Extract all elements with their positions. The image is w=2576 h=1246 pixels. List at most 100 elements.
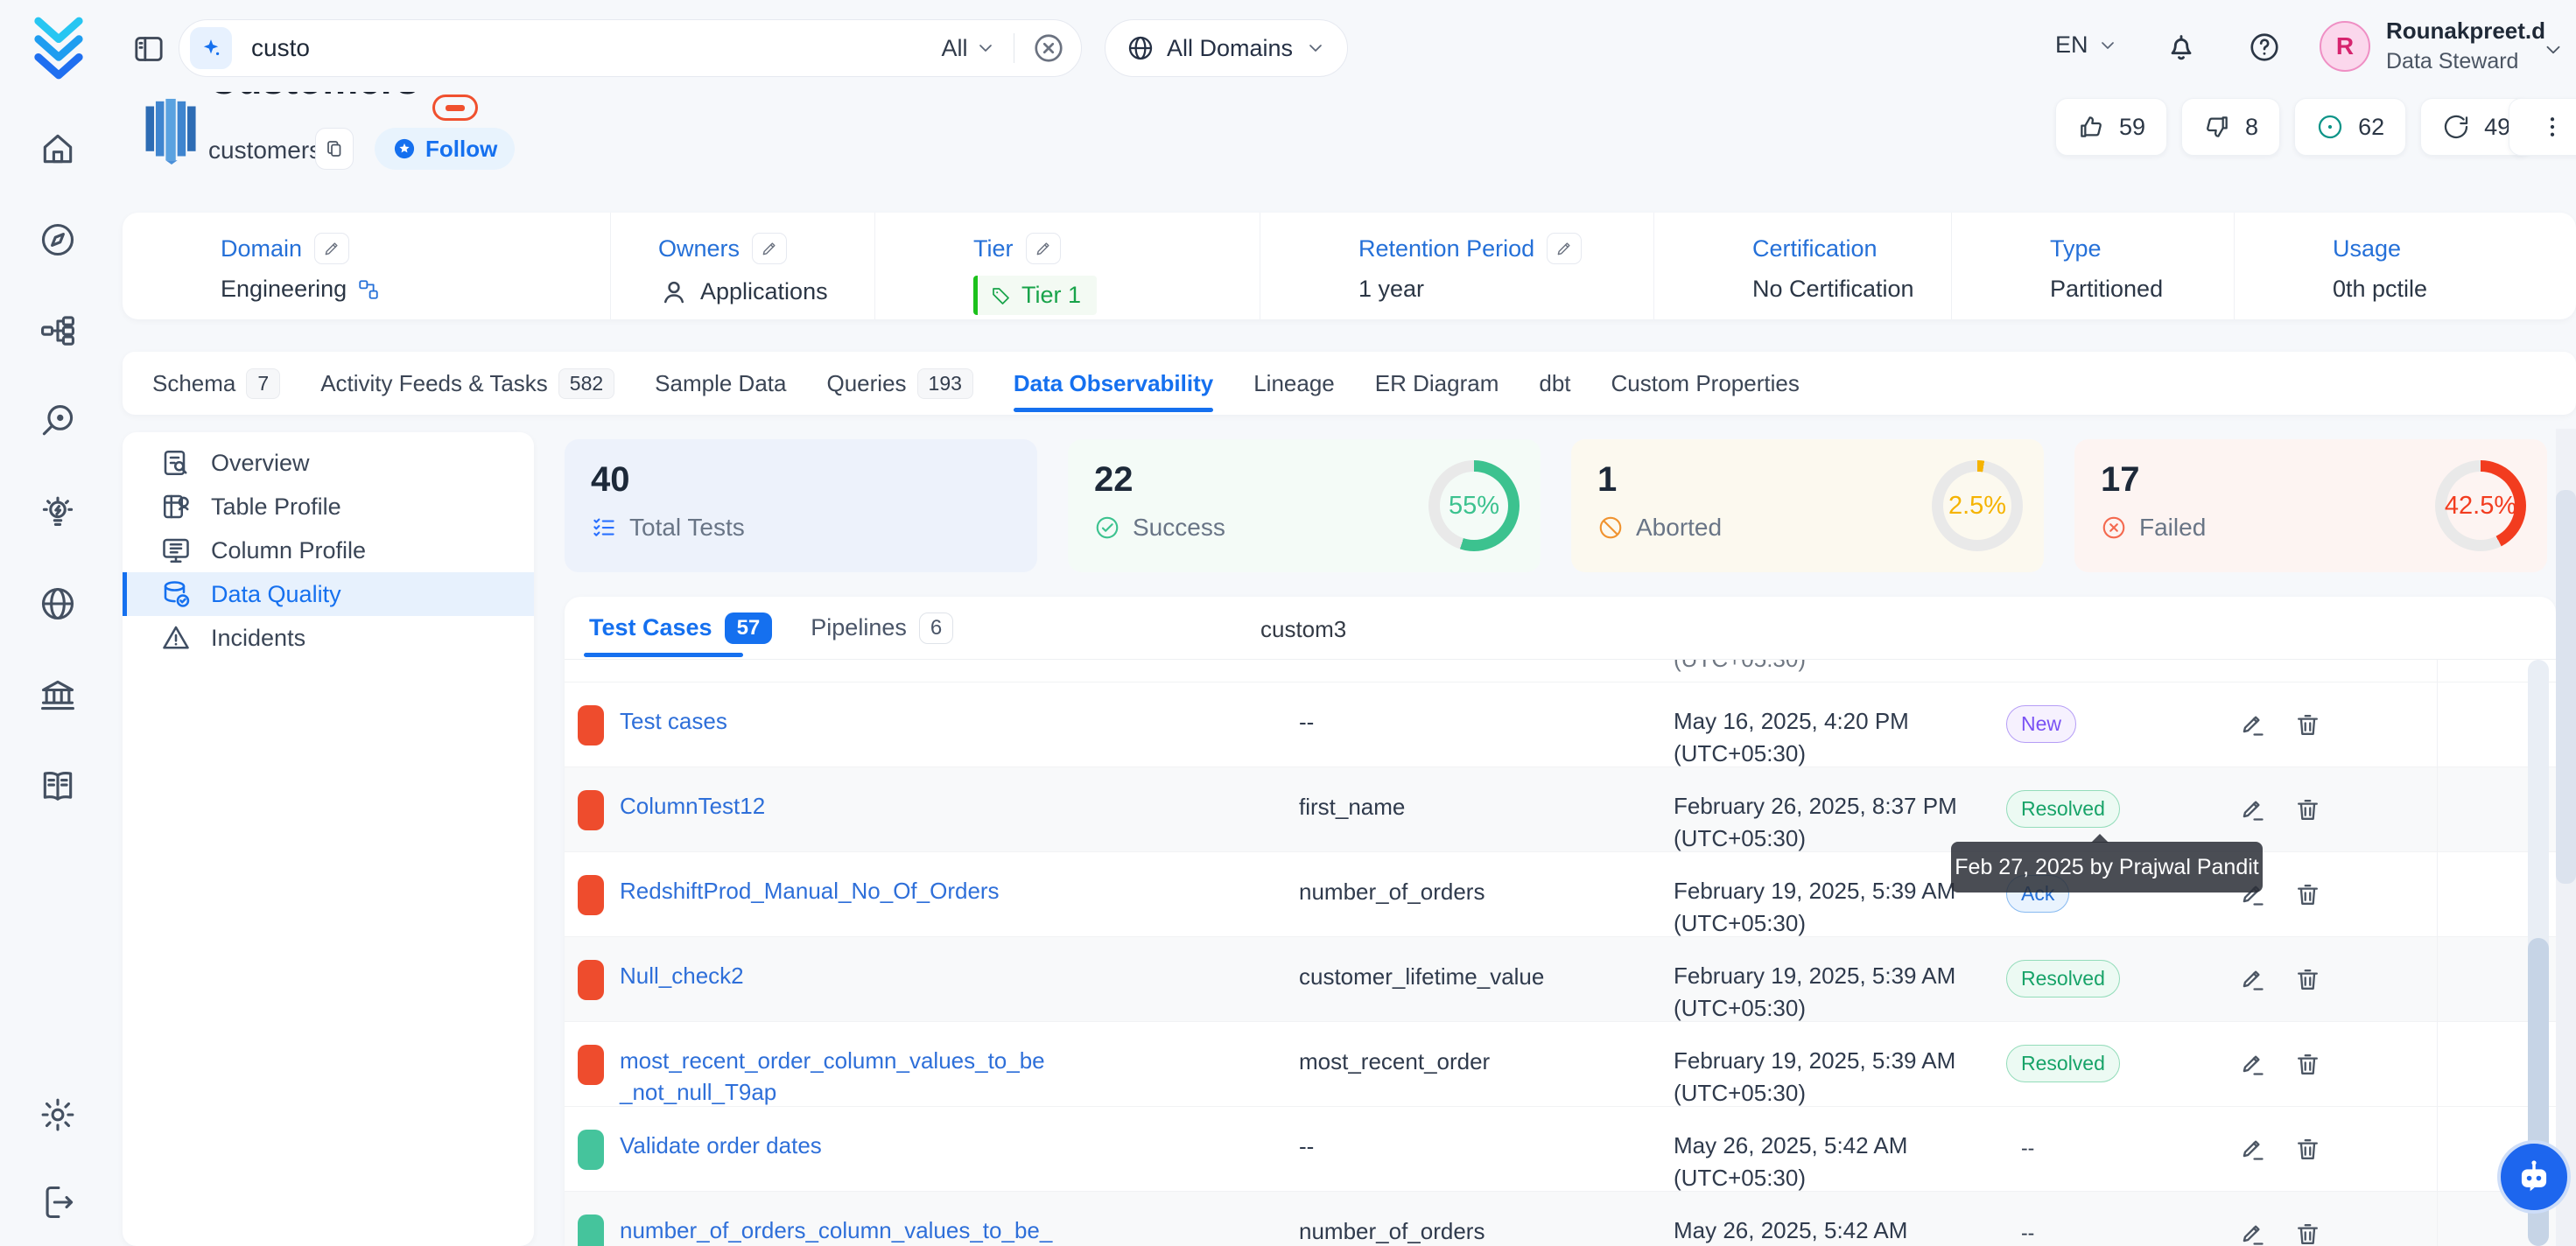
global-search-input[interactable]: custo All — [179, 19, 1082, 77]
observability-search-icon[interactable] — [39, 402, 77, 441]
sidebar-collapse-icon[interactable] — [131, 32, 166, 66]
tab-label: dbt — [1539, 370, 1570, 397]
help-icon[interactable] — [2248, 31, 2281, 64]
date-text: February 19, 2025, 5:39 AM — [1674, 962, 1955, 989]
ai-sparkle-chip[interactable] — [190, 27, 232, 69]
table-row: Null_check2 customer_lifetime_value Febr… — [565, 937, 2556, 1022]
delete-icon[interactable] — [2293, 710, 2322, 739]
entity-tab[interactable]: Activity Feeds & Tasks 582 — [320, 352, 614, 415]
tab-count-badge: 582 — [558, 368, 614, 399]
tab-test-cases[interactable]: Test Cases 57 — [589, 612, 772, 644]
home-icon[interactable] — [39, 130, 77, 168]
stat-button[interactable]: 62 — [2294, 98, 2406, 156]
entity-tab[interactable]: Custom Properties — [1611, 352, 1800, 415]
edit-icon[interactable] — [2238, 795, 2267, 824]
summary-label: Success — [1133, 514, 1225, 542]
summary-card: 17 Failed 42.5% — [2074, 439, 2547, 572]
language-selector[interactable]: EN — [2055, 32, 2118, 59]
test-case-link[interactable]: number_of_orders_column_values_to_be_ — [620, 1214, 1057, 1246]
sparkle-icon — [199, 36, 223, 60]
test-case-link[interactable]: Test cases — [620, 705, 1057, 737]
edit-icon[interactable] — [2238, 1135, 2267, 1164]
governance-bank-icon[interactable] — [39, 676, 77, 714]
domain-link-icon — [357, 278, 380, 301]
user-menu-chevron-icon[interactable] — [2542, 38, 2565, 61]
edit-icon[interactable] — [752, 233, 787, 264]
search-clear-icon[interactable] — [1032, 32, 1065, 65]
delete-icon[interactable] — [2293, 795, 2322, 824]
delete-icon[interactable] — [2293, 1050, 2322, 1079]
profiler-menu-item[interactable]: Overview — [123, 441, 534, 485]
delete-icon[interactable] — [2293, 1220, 2322, 1246]
test-case-link[interactable]: most_recent_order_column_values_to_be_no… — [620, 1045, 1057, 1108]
top-bar: custo All All Domains EN R Rounakpreet.d… — [0, 0, 2576, 92]
copy-button[interactable] — [315, 128, 354, 170]
edit-icon[interactable] — [1026, 233, 1061, 264]
entity-tab[interactable]: dbt — [1539, 352, 1570, 415]
settings-gear-icon[interactable] — [39, 1096, 77, 1134]
edit-icon[interactable] — [2238, 1220, 2267, 1246]
follow-label: Follow — [425, 136, 497, 163]
metadata-column: Type Partitioned — [1952, 213, 2235, 319]
test-case-link[interactable]: Validate order dates — [620, 1130, 1057, 1161]
stat-value: 8 — [2245, 114, 2258, 141]
lineage-flow-icon[interactable] — [39, 312, 77, 350]
metadata-bar: Domain Engineering Owners Applications — [123, 213, 2576, 319]
entity-tab[interactable]: Queries 193 — [826, 352, 972, 415]
follow-button[interactable]: Follow — [375, 128, 515, 170]
delete-icon[interactable] — [2293, 1135, 2322, 1164]
tab-pipelines[interactable]: Pipelines 6 — [811, 612, 953, 644]
chatbot-button[interactable] — [2497, 1140, 2571, 1214]
summary-card: 40 Total Tests — [565, 439, 1037, 572]
edit-icon[interactable] — [2238, 965, 2267, 994]
profiler-menu-item[interactable]: Incidents — [123, 616, 534, 660]
metadata-label: Type — [2050, 235, 2102, 262]
entity-tab[interactable]: Schema 7 — [152, 352, 280, 415]
entity-tab[interactable]: Data Observability — [1014, 352, 1213, 415]
profiler-menu-item[interactable]: Data Quality — [123, 572, 534, 616]
entity-tab[interactable]: Lineage — [1253, 352, 1335, 415]
circle-dot-icon — [2316, 113, 2344, 141]
edit-icon[interactable] — [2238, 710, 2267, 739]
profiler-menu-item[interactable]: Table Profile — [123, 485, 534, 528]
search-query-text[interactable]: custo — [251, 34, 941, 62]
explore-compass-icon[interactable] — [39, 220, 77, 259]
column-cell: most_recent_order — [1299, 1048, 1490, 1075]
logout-icon[interactable] — [39, 1183, 77, 1222]
data-quality-icon — [160, 578, 192, 610]
timezone-text: (UTC+05:30) — [1674, 825, 1806, 851]
profiler-menu-item[interactable]: Column Profile — [123, 528, 534, 572]
test-case-link[interactable]: RedshiftProd_Manual_No_Of_Orders — [620, 875, 1057, 906]
notifications-bell-icon[interactable] — [2164, 30, 2199, 65]
stat-button[interactable]: 8 — [2181, 98, 2280, 156]
metadata-value: Tier 1 — [1021, 282, 1081, 309]
entity-tab[interactable]: ER Diagram — [1375, 352, 1499, 415]
edit-icon[interactable] — [314, 233, 349, 264]
insights-bulb-icon[interactable] — [39, 494, 77, 532]
edit-icon[interactable] — [1547, 233, 1582, 264]
chevron-down-icon — [2097, 35, 2118, 56]
edit-icon[interactable] — [2238, 1050, 2267, 1079]
test-case-link[interactable]: Null_check2 — [620, 960, 1057, 991]
user-avatar[interactable]: R — [2320, 21, 2370, 72]
date-text: May 26, 2025, 5:42 AM — [1674, 1217, 1907, 1243]
search-scope-dropdown[interactable]: All — [941, 35, 995, 62]
test-cases-count-badge: 57 — [725, 612, 773, 644]
more-actions-button[interactable] — [2509, 98, 2576, 156]
app-logo-icon[interactable] — [32, 14, 86, 82]
status-indicator — [578, 790, 604, 830]
page-scrollbar-thumb[interactable] — [2556, 490, 2576, 884]
table-column-divider — [2437, 660, 2438, 1246]
domains-globe-icon[interactable] — [39, 584, 77, 623]
status-indicator — [578, 1045, 604, 1085]
test-case-link[interactable]: ColumnTest12 — [620, 790, 1057, 822]
stat-button[interactable]: 59 — [2055, 98, 2167, 156]
tab-label: Activity Feeds & Tasks — [320, 370, 548, 397]
entity-tab[interactable]: Sample Data — [655, 352, 786, 415]
all-domains-button[interactable]: All Domains — [1105, 19, 1348, 77]
summary-card: 1 Aborted 2.5% — [1571, 439, 2044, 572]
delete-icon[interactable] — [2293, 880, 2322, 909]
team-icon — [658, 276, 690, 307]
glossary-book-icon[interactable] — [39, 766, 77, 805]
delete-icon[interactable] — [2293, 965, 2322, 994]
